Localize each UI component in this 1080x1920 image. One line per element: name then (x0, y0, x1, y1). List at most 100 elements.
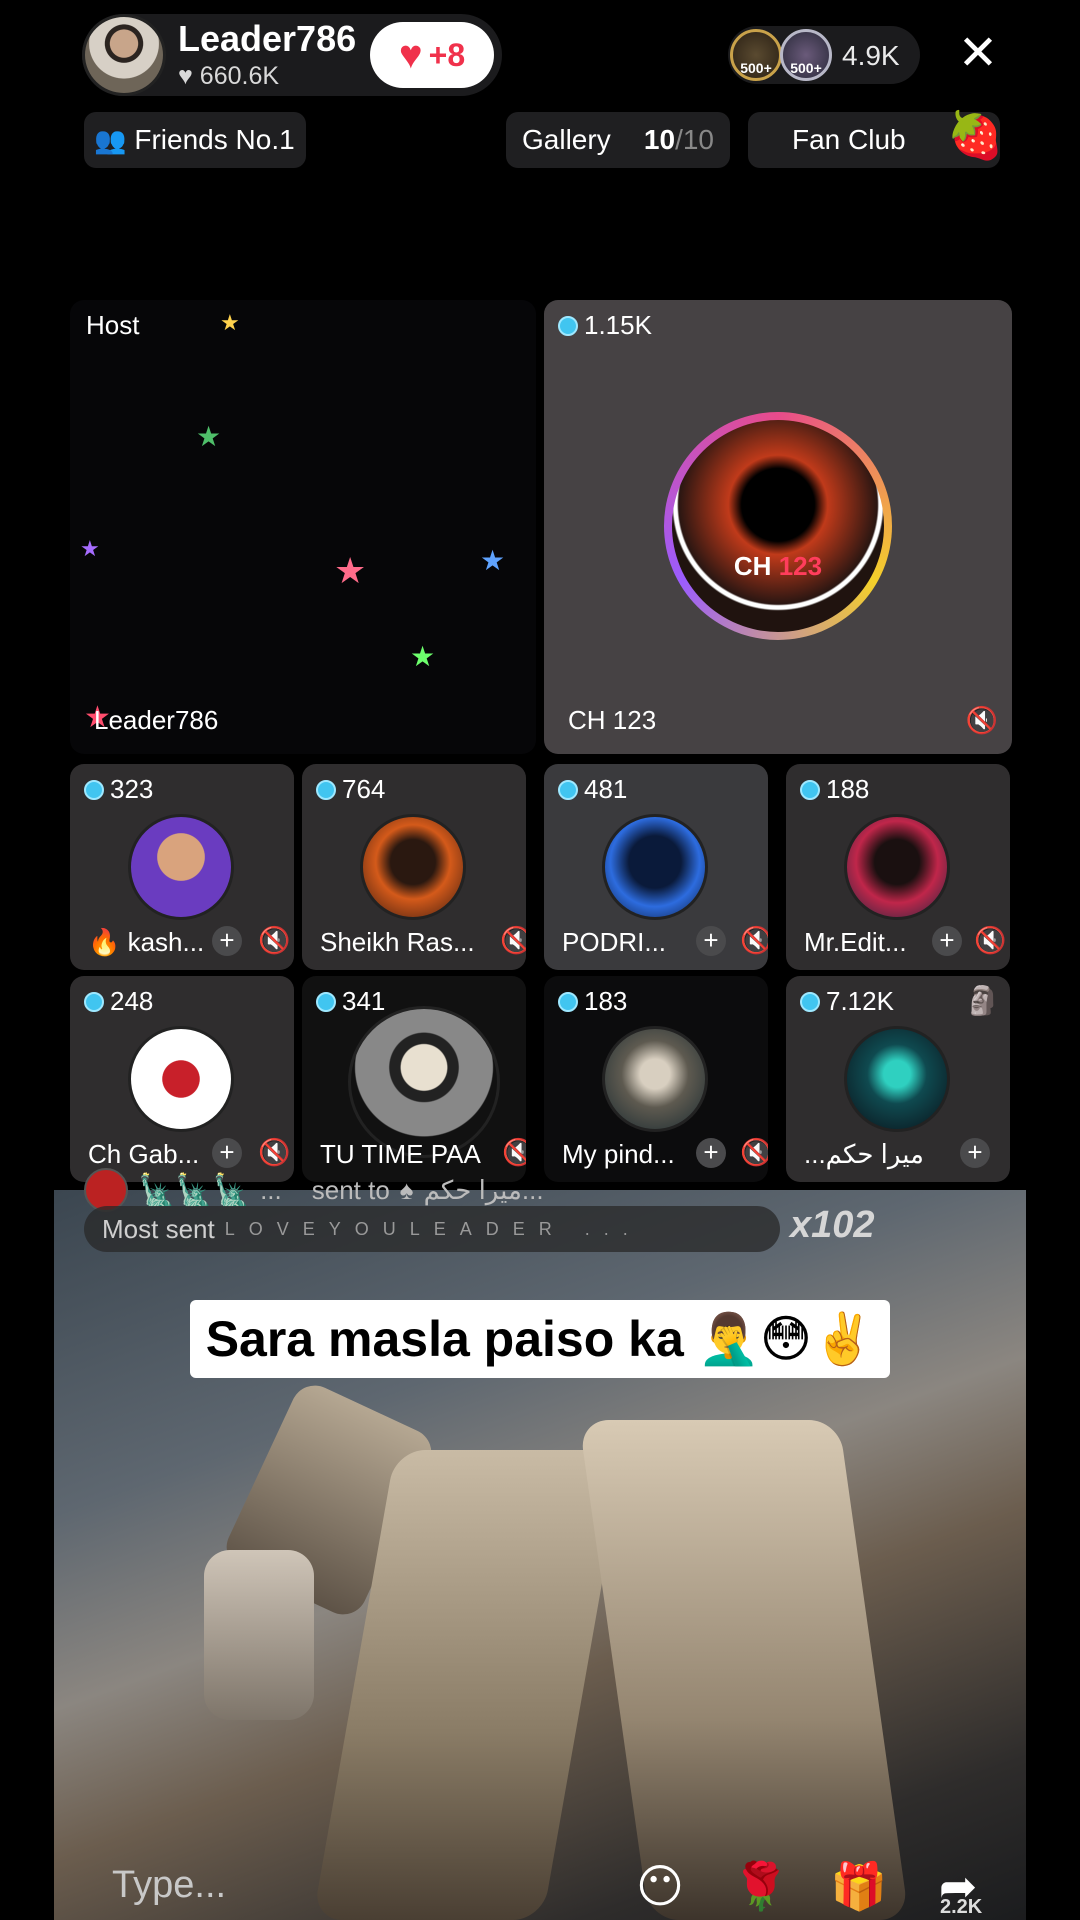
gift-recipient: میرا حکم... (423, 1174, 544, 1205)
emoji-icon[interactable]: 😶 (632, 1858, 688, 1914)
guest-seat[interactable]: 323 🔥 kash... + 🔇 (70, 764, 294, 970)
most-sent-label: Most sent (102, 1213, 215, 1244)
guest-avatar (128, 814, 234, 920)
star-decoration: ★ (334, 550, 367, 591)
spade-icon: ♠ (399, 1174, 414, 1205)
friends-label: Friends No.1 (134, 124, 295, 155)
star-decoration: ★ (480, 545, 506, 576)
guest-avatar: CH 123 (664, 412, 892, 640)
host-name: Leader786 (178, 18, 357, 59)
most-sent-letters: LOVEYOULEADER ... (224, 1218, 642, 1239)
guest-seat[interactable]: 188 Mr.Edit... + 🔇 (786, 764, 1010, 970)
guest-avatar (602, 814, 708, 920)
most-sent-banner: Most sent LOVEYOULEADER ... (84, 1206, 780, 1252)
friends-chip[interactable]: 👥 Friends No.1 (84, 112, 306, 168)
seat-score: 481 (558, 774, 627, 805)
mic-muted-icon: 🔇 (500, 925, 526, 955)
seat-score: 7.12K (800, 986, 894, 1017)
follow-button[interactable]: ♥ +8 (370, 22, 494, 88)
rose-gift-icon[interactable]: 🌹 (732, 1858, 789, 1914)
seat-score: 188 (800, 774, 869, 805)
seat-score: 323 (84, 774, 153, 805)
heart-icon: ♥ (398, 33, 423, 77)
diamond-icon (316, 991, 336, 1012)
guest-seat[interactable]: 341 TU TIME PAA 🔇 (302, 976, 526, 1182)
star-decoration: ★ (196, 421, 222, 452)
host-likes: ♥ 660.6K (178, 62, 280, 90)
friends-icon: 👥 (94, 124, 127, 155)
diamond-icon (558, 315, 578, 336)
mic-muted-icon: 🔇 (258, 1137, 291, 1167)
fan-club-chip[interactable]: Fan Club 🍓 (748, 109, 1004, 168)
mic-muted-icon: 🔇 (740, 1137, 768, 1167)
gallery-chip[interactable]: Gallery 10/10 (506, 112, 730, 168)
follow-plus-icon[interactable]: + (212, 926, 242, 956)
seat-name: PODRI... (562, 927, 667, 957)
fan-club-icon: 🍓 (946, 109, 1004, 161)
gift-multiplier: x102 (790, 1204, 875, 1246)
seat-score: 248 (84, 986, 153, 1017)
gallery-label: Gallery (522, 124, 611, 155)
video-caption: Sara masla paiso ka 🤦‍♂️😳✌️ (190, 1300, 890, 1378)
gift-box-icon[interactable]: 🎁 (830, 1858, 887, 1914)
follow-plus-icon[interactable]: + (212, 1138, 242, 1168)
fan-club-label: Fan Club (792, 124, 906, 155)
seat-score: 764 (316, 774, 385, 805)
diamond-icon (558, 779, 578, 800)
seat-score: 183 (558, 986, 627, 1017)
viewer-count: 4.9K (842, 40, 900, 71)
guest-seat[interactable]: 183 My pind... + 🔇 (544, 976, 768, 1182)
follow-count: +8 (428, 36, 466, 73)
seat-name: CH 123 (568, 705, 657, 735)
guardian-badge-icon: 🗿 (965, 985, 1000, 1016)
guest-seat-large[interactable]: 1.15K CH 123 CH 123 🔇 (544, 300, 1012, 754)
seat-score: 1.15K (558, 310, 652, 341)
seat-name: My pind... (562, 1139, 675, 1169)
gallery-count: 10/10 (643, 124, 714, 155)
follow-plus-icon[interactable]: + (696, 1138, 726, 1168)
diamond-icon (558, 991, 578, 1012)
seat-name: Mr.Edit... (804, 927, 907, 957)
mic-muted-icon: 🔇 (974, 925, 1007, 955)
host-seat[interactable]: Host ★ ★ ★ ★ ★ ★ ★ Leader786 (70, 300, 536, 754)
seat-name: ...میرا حکم (804, 1139, 924, 1169)
close-icon[interactable]: ✕ (954, 30, 1002, 78)
gift-sent-to: sent to (311, 1174, 390, 1205)
host-avatar[interactable] (82, 14, 166, 96)
diamond-icon (800, 991, 820, 1012)
guest-seat[interactable]: 248 Ch Gab... + 🔇 (70, 976, 294, 1182)
album-label: CH 123 (733, 550, 823, 581)
star-decoration: ★ (80, 536, 100, 561)
follow-plus-icon[interactable]: + (932, 926, 962, 956)
top-viewer-avatar[interactable]: 500+ (780, 29, 832, 81)
guest-avatar (844, 814, 950, 920)
share-count: 2.2K (940, 1896, 983, 1918)
diamond-icon (84, 991, 104, 1012)
mic-muted-icon: 🔇 (258, 925, 291, 955)
robot-leg-right (578, 1420, 910, 1920)
top-viewer-avatar[interactable]: 500+ (730, 29, 782, 81)
statue-gift-icon: 🗽🗽🗽 (138, 1173, 251, 1207)
star-decoration: ★ (410, 641, 436, 672)
host-label: Host (86, 310, 140, 340)
seat-name: 🔥 kash... (88, 927, 205, 957)
seat-score: 341 (316, 986, 385, 1017)
guest-avatar (844, 1026, 950, 1132)
guest-avatar (602, 1026, 708, 1132)
mic-muted-icon: 🔇 (740, 925, 768, 955)
guest-seat[interactable]: 481 PODRI... + 🔇 (544, 764, 768, 970)
viewer-badge: 500+ (740, 60, 772, 76)
comment-input[interactable]: Type... (84, 1856, 424, 1920)
guest-seat[interactable]: 7.12K 🗿 ...میرا حکم + (786, 976, 1010, 1182)
guest-seat[interactable]: 764 Sheikh Ras... 🔇 (302, 764, 526, 970)
star-decoration: ★ (220, 310, 240, 335)
follow-plus-icon[interactable]: + (696, 926, 726, 956)
diamond-icon (800, 779, 820, 800)
viewer-badge: 500+ (790, 60, 822, 76)
mic-muted-icon: 🔇 (965, 705, 998, 735)
mic-muted-icon: 🔇 (502, 1137, 526, 1167)
heart-outline-icon: ♥ (178, 62, 193, 90)
host-seat-name: Leader786 (94, 705, 219, 735)
follow-plus-icon[interactable]: + (960, 1138, 990, 1168)
diamond-icon (84, 779, 104, 800)
